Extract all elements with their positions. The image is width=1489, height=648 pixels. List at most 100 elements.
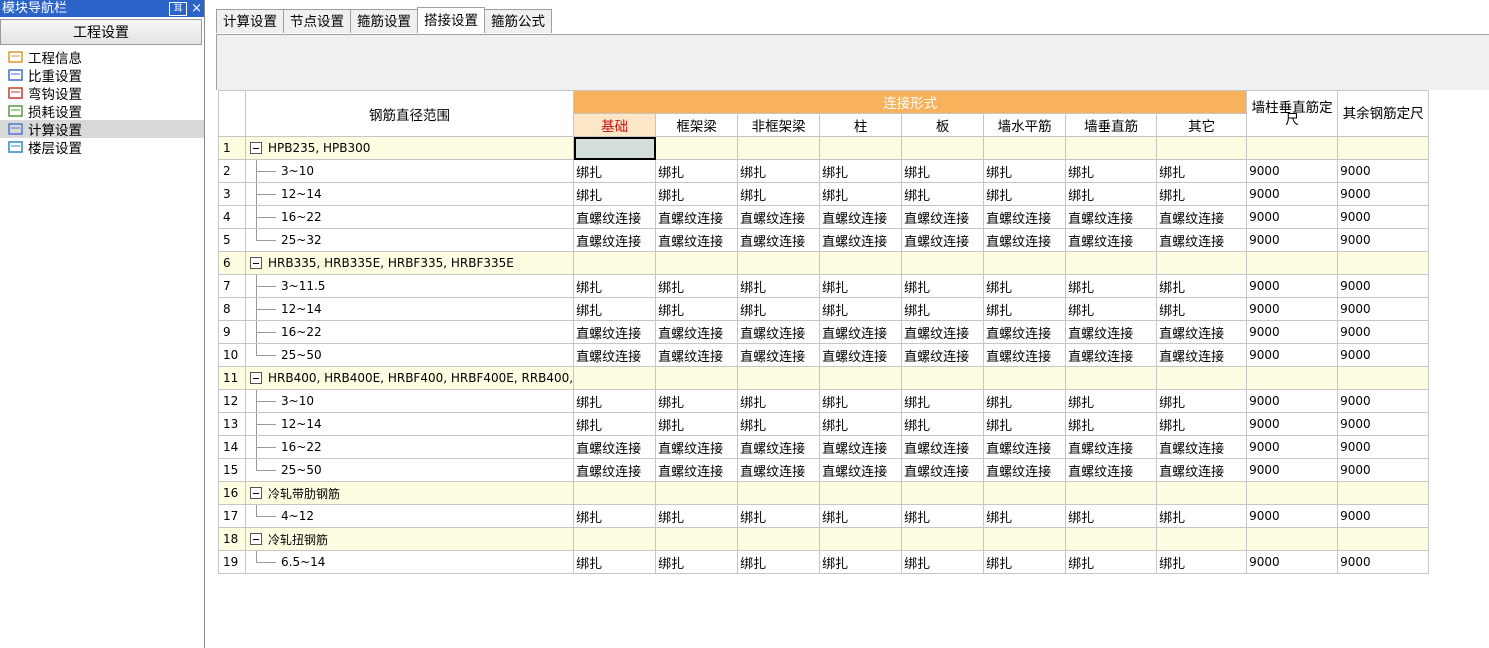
nav-item-1[interactable]: 工程信息 (0, 48, 204, 67)
connection-cell[interactable]: 绑扎 (1156, 504, 1248, 528)
wall-column-length-cell[interactable]: 9000 (1246, 274, 1339, 298)
other-length-cell[interactable] (1337, 481, 1430, 505)
connection-cell[interactable]: 绑扎 (819, 297, 903, 321)
connection-cell[interactable]: 绑扎 (655, 504, 739, 528)
connection-cell[interactable]: 直螺纹连接 (573, 228, 657, 252)
tab-4[interactable]: 搭接设置 (417, 7, 485, 33)
connection-cell[interactable] (983, 527, 1067, 551)
connection-cell[interactable]: 绑扎 (573, 504, 657, 528)
connection-cell[interactable] (983, 136, 1067, 160)
connection-cell[interactable]: 绑扎 (737, 412, 821, 436)
connection-cell[interactable]: 直螺纹连接 (737, 435, 821, 459)
connection-cell[interactable]: 直螺纹连接 (901, 205, 985, 229)
connection-cell[interactable]: 绑扎 (573, 182, 657, 206)
other-length-cell[interactable] (1337, 251, 1430, 275)
connection-cell[interactable]: 绑扎 (983, 389, 1067, 413)
connection-cell[interactable]: 绑扎 (655, 274, 739, 298)
table-row[interactable]: 4 16~22 直螺纹连接 直螺纹连接 直螺纹连接 直螺纹连接 直螺纹连接 直螺纹连接 直螺纹连… (218, 205, 1430, 229)
connection-cell[interactable] (1065, 481, 1158, 505)
other-length-cell[interactable]: 9000 (1337, 159, 1430, 183)
connection-cell[interactable]: 绑扎 (655, 182, 739, 206)
connection-cell[interactable]: 绑扎 (901, 504, 985, 528)
connection-cell[interactable]: 直螺纹连接 (737, 228, 821, 252)
connection-cell[interactable]: 直螺纹连接 (655, 435, 739, 459)
connection-cell[interactable]: 直螺纹连接 (819, 228, 903, 252)
wall-column-length-cell[interactable] (1246, 251, 1339, 275)
wall-column-length-cell[interactable]: 9000 (1246, 458, 1339, 482)
connection-cell[interactable] (1065, 251, 1158, 275)
nav-item-3[interactable]: 弯钩设置 (0, 84, 204, 103)
table-row[interactable]: 2 3~10 绑扎 绑扎 绑扎 绑扎 绑扎 绑扎 绑扎 绑扎 9000 9000 (218, 159, 1430, 183)
connection-cell[interactable]: 绑扎 (737, 504, 821, 528)
wall-column-length-cell[interactable]: 9000 (1246, 389, 1339, 413)
connection-cell[interactable]: 绑扎 (573, 274, 657, 298)
connection-cell[interactable] (1065, 136, 1158, 160)
wall-column-length-cell[interactable]: 9000 (1246, 343, 1339, 367)
connection-cell[interactable]: 绑扎 (901, 159, 985, 183)
connection-cell[interactable]: 绑扎 (901, 389, 985, 413)
connection-cell[interactable]: 绑扎 (1156, 412, 1248, 436)
other-length-cell[interactable]: 9000 (1337, 389, 1430, 413)
connection-cell[interactable] (737, 251, 821, 275)
table-row[interactable]: 7 3~11.5 绑扎 绑扎 绑扎 绑扎 绑扎 绑扎 绑扎 绑扎 9000 9000 (218, 274, 1430, 298)
connection-cell[interactable]: 直螺纹连接 (983, 343, 1067, 367)
connection-cell[interactable]: 绑扎 (573, 297, 657, 321)
connection-cell[interactable]: 绑扎 (737, 159, 821, 183)
group-row[interactable]: 11 HRB400, HRB400E, HRBF400, HRBF400E, RR… (218, 366, 1430, 390)
connection-cell[interactable]: 绑扎 (1156, 389, 1248, 413)
connection-cell[interactable]: 绑扎 (1065, 550, 1158, 574)
connection-cell[interactable]: 直螺纹连接 (819, 343, 903, 367)
connection-cell[interactable] (819, 251, 903, 275)
connection-cell[interactable] (737, 527, 821, 551)
nav-item-4[interactable]: 损耗设置 (0, 102, 204, 121)
connection-cell[interactable]: 绑扎 (819, 182, 903, 206)
connection-cell[interactable]: 绑扎 (573, 550, 657, 574)
wall-column-length-cell[interactable]: 9000 (1246, 182, 1339, 206)
wall-column-length-cell[interactable]: 9000 (1246, 320, 1339, 344)
nav-item-5[interactable]: 计算设置 (0, 120, 204, 139)
connection-cell[interactable]: 直螺纹连接 (983, 320, 1067, 344)
connection-cell[interactable]: 绑扎 (1065, 389, 1158, 413)
connection-cell[interactable]: 直螺纹连接 (901, 343, 985, 367)
table-row[interactable]: 10 25~50 直螺纹连接 直螺纹连接 直螺纹连接 直螺纹连接 直螺纹连接 直螺纹连接 直螺纹… (218, 343, 1430, 367)
wall-column-length-cell[interactable] (1246, 136, 1339, 160)
tab-5[interactable]: 箍筋公式 (484, 9, 552, 33)
nav-item-6[interactable]: 楼层设置 (0, 138, 204, 157)
collapse-icon[interactable] (250, 533, 262, 545)
connection-cell[interactable]: 直螺纹连接 (983, 228, 1067, 252)
connection-cell[interactable]: 绑扎 (1065, 159, 1158, 183)
tab-2[interactable]: 节点设置 (283, 9, 351, 33)
connection-cell[interactable]: 直螺纹连接 (983, 435, 1067, 459)
connection-cell[interactable] (1156, 527, 1248, 551)
connection-cell[interactable] (819, 136, 903, 160)
connection-cell[interactable]: 绑扎 (819, 550, 903, 574)
connection-cell[interactable]: 绑扎 (655, 412, 739, 436)
other-length-cell[interactable]: 9000 (1337, 412, 1430, 436)
connection-cell[interactable]: 直螺纹连接 (737, 343, 821, 367)
table-row[interactable]: 17 4~12 绑扎 绑扎 绑扎 绑扎 绑扎 绑扎 绑扎 绑扎 9000 9000 (218, 504, 1430, 528)
connection-cell[interactable] (655, 136, 739, 160)
connection-cell[interactable] (901, 366, 985, 390)
connection-cell[interactable] (573, 527, 657, 551)
other-length-cell[interactable]: 9000 (1337, 182, 1430, 206)
other-length-cell[interactable] (1337, 366, 1430, 390)
connection-cell[interactable]: 绑扎 (901, 297, 985, 321)
connection-cell[interactable] (737, 136, 821, 160)
table-row[interactable]: 14 16~22 直螺纹连接 直螺纹连接 直螺纹连接 直螺纹连接 直螺纹连接 直螺纹连接 直螺纹… (218, 435, 1430, 459)
connection-cell[interactable] (737, 366, 821, 390)
connection-cell[interactable]: 直螺纹连接 (737, 458, 821, 482)
connection-cell[interactable]: 绑扎 (737, 550, 821, 574)
collapse-icon[interactable] (250, 257, 262, 269)
group-row[interactable]: 1 HPB235, HPB300 (218, 136, 1430, 160)
connection-cell[interactable]: 直螺纹连接 (1065, 435, 1158, 459)
wall-column-length-cell[interactable] (1246, 481, 1339, 505)
table-row[interactable]: 13 12~14 绑扎 绑扎 绑扎 绑扎 绑扎 绑扎 绑扎 绑扎 9000 9000 (218, 412, 1430, 436)
connection-cell[interactable]: 绑扎 (901, 182, 985, 206)
close-icon[interactable]: × (191, 0, 202, 17)
connection-cell[interactable] (819, 366, 903, 390)
table-row[interactable]: 5 25~32 直螺纹连接 直螺纹连接 直螺纹连接 直螺纹连接 直螺纹连接 直螺纹连接 直螺纹连… (218, 228, 1430, 252)
connection-cell[interactable]: 绑扎 (983, 159, 1067, 183)
connection-cell[interactable] (573, 366, 657, 390)
connection-cell[interactable]: 绑扎 (1156, 550, 1248, 574)
table-row[interactable]: 3 12~14 绑扎 绑扎 绑扎 绑扎 绑扎 绑扎 绑扎 绑扎 9000 9000 (218, 182, 1430, 206)
